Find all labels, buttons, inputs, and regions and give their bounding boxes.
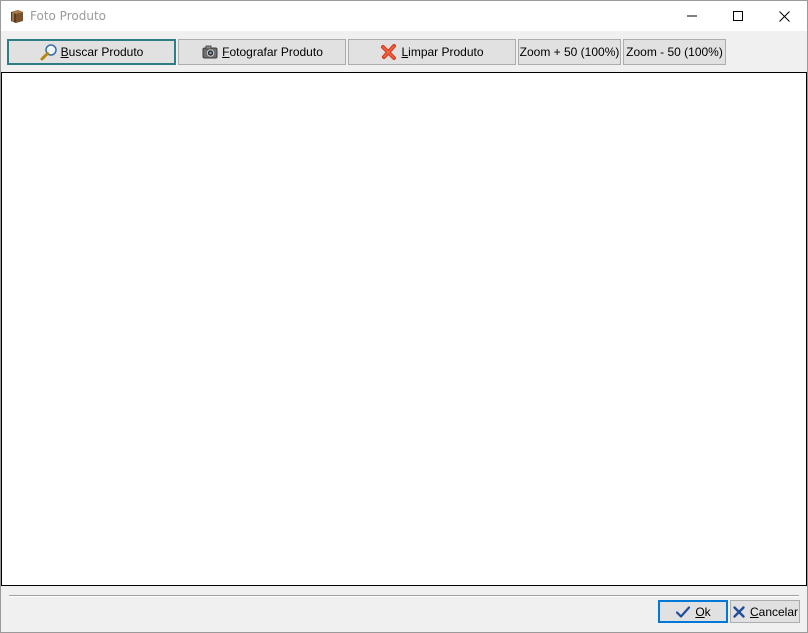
window-title: Foto Produto <box>30 9 106 23</box>
maximize-button[interactable] <box>715 1 761 31</box>
minimize-icon <box>687 11 697 21</box>
red-x-icon <box>380 43 398 61</box>
zoom-in-button[interactable]: Zoom + 50 (100%) <box>518 39 621 65</box>
box-icon <box>9 8 25 24</box>
cancel-label: Cancelar <box>749 604 799 619</box>
zoom-out-label: Zoom - 50 (100%) <box>626 45 723 59</box>
fotografar-produto-label: Fotografar Produto <box>222 45 323 59</box>
magnifier-icon <box>40 43 58 61</box>
camera-icon <box>201 43 219 61</box>
buscar-produto-label: Buscar Produto <box>60 45 144 59</box>
foto-produto-window: Foto Produto Buscar Produto Fotografar P… <box>0 0 808 633</box>
ok-button[interactable]: Ok <box>658 600 728 623</box>
close-icon <box>778 10 790 22</box>
limpar-produto-label: Limpar Produto <box>401 45 484 59</box>
limpar-produto-button[interactable]: Limpar Produto <box>348 39 516 65</box>
close-button[interactable] <box>761 1 807 31</box>
product-image-panel <box>1 72 807 586</box>
cancel-button[interactable]: Cancelar <box>730 600 800 623</box>
cancel-x-icon <box>732 605 746 619</box>
zoom-out-button[interactable]: Zoom - 50 (100%) <box>623 39 726 65</box>
fotografar-produto-button[interactable]: Fotografar Produto <box>178 39 346 65</box>
title-bar[interactable]: Foto Produto <box>1 1 807 31</box>
buscar-produto-button[interactable]: Buscar Produto <box>7 39 176 65</box>
maximize-icon <box>733 11 743 21</box>
zoom-in-label: Zoom + 50 (100%) <box>519 45 620 59</box>
checkmark-icon <box>675 604 691 620</box>
minimize-button[interactable] <box>669 1 715 31</box>
ok-label: Ok <box>695 604 711 619</box>
footer-separator <box>9 595 799 597</box>
